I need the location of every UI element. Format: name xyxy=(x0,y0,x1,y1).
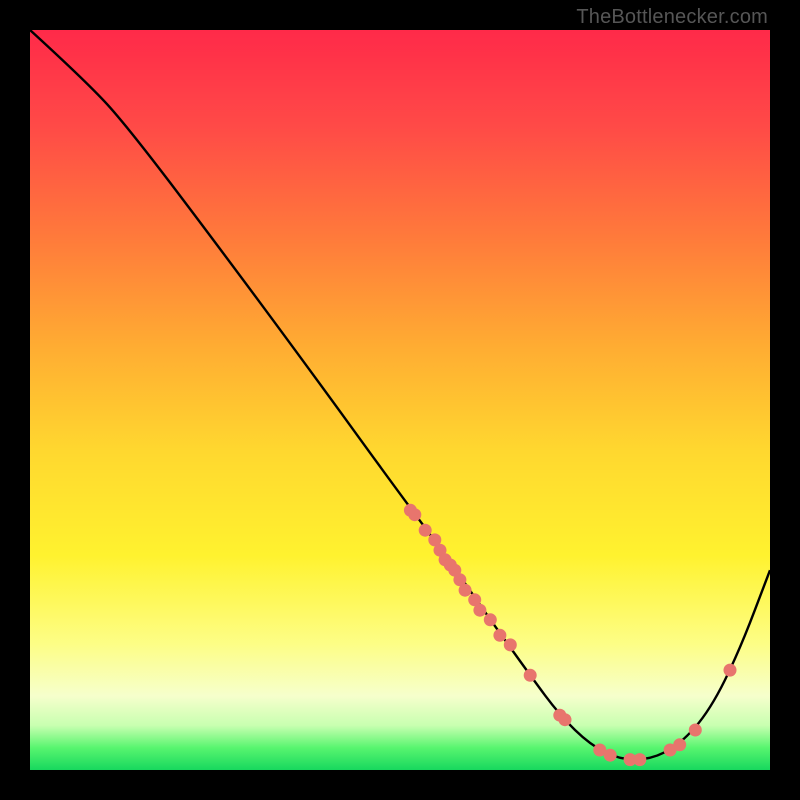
data-dot xyxy=(419,524,432,537)
data-dot xyxy=(408,508,421,521)
chart-plot-area xyxy=(30,30,770,770)
curve-line xyxy=(30,30,770,760)
data-dot xyxy=(559,713,572,726)
data-dot xyxy=(689,724,702,737)
data-dot xyxy=(493,629,506,642)
watermark-text: TheBottlenecker.com xyxy=(576,6,768,29)
data-dot xyxy=(633,753,646,766)
data-dot xyxy=(524,669,537,682)
data-dot xyxy=(724,664,737,677)
chart-svg xyxy=(30,30,770,770)
data-dot xyxy=(459,584,472,597)
data-dot xyxy=(504,638,517,651)
data-dot xyxy=(484,613,497,626)
data-dot xyxy=(673,738,686,751)
data-dot xyxy=(604,749,617,762)
data-dot xyxy=(473,604,486,617)
